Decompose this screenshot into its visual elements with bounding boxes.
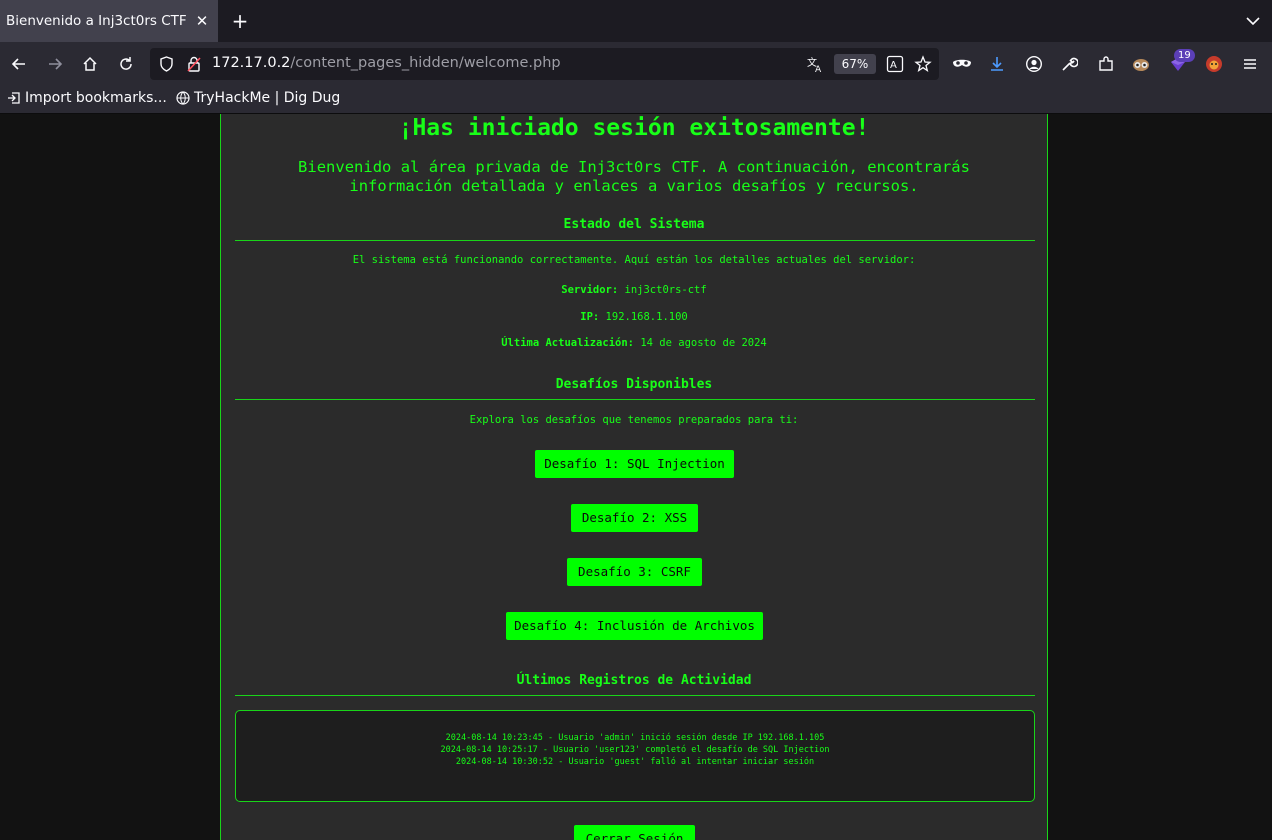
challenges-description: Explora los desafíos que tenemos prepara… <box>469 414 799 426</box>
page-viewport: ¡Has iniciado sesión exitosamente! Bienv… <box>0 114 1272 840</box>
logs-section-title: Últimos Registros de Actividad <box>516 673 752 688</box>
extension-badge-count: 19 <box>1174 49 1195 62</box>
extensions-puzzle-icon[interactable] <box>1095 53 1117 75</box>
bookmark-label: Import bookmarks... <box>25 90 167 106</box>
intro-line: Bienvenido al área privada de Inj3ct0rs … <box>298 158 970 176</box>
bookmark-star-icon[interactable] <box>914 55 932 73</box>
insecure-lock-icon[interactable] <box>186 55 202 73</box>
translate-icon[interactable]: 文 A <box>806 55 824 73</box>
nav-bar: 172.17.0.2/content_pages_hidden/welcome.… <box>0 42 1272 86</box>
server-value: inj3ct0rs-ctf <box>624 284 707 296</box>
bookmarks-toolbar: Import bookmarks... TryHackMe | Dig Dug <box>0 86 1272 114</box>
home-icon[interactable] <box>79 53 101 75</box>
challenge-xss-button[interactable]: Desafío 2: XSS <box>571 504 698 532</box>
log-entry: 2024-08-14 10:25:17 - Usuario 'user123' … <box>440 745 830 755</box>
welcome-container: ¡Has iniciado sesión exitosamente! Bienv… <box>220 114 1048 840</box>
bookmark-tryhackme[interactable]: TryHackMe | Dig Dug <box>176 90 340 106</box>
url-text[interactable]: 172.17.0.2/content_pages_hidden/welcome.… <box>212 55 561 71</box>
section-divider <box>235 240 1035 241</box>
ip-label: IP: <box>580 311 600 323</box>
challenge-sql-injection-button[interactable]: Desafío 1: SQL Injection <box>535 450 734 478</box>
ip-row: IP: 192.168.1.100 <box>221 311 1047 323</box>
address-bar[interactable]: 172.17.0.2/content_pages_hidden/welcome.… <box>150 48 939 80</box>
status-section-title: Estado del Sistema <box>563 217 705 232</box>
challenge-file-inclusion-button[interactable]: Desafío 4: Inclusión de Archivos <box>506 612 763 640</box>
last-update-row: Última Actualización: 14 de agosto de 20… <box>221 337 1047 349</box>
tab-title: Bienvenido a Inj3ct0rs CTF <box>6 13 187 29</box>
zoom-level-badge[interactable]: 67% <box>834 54 876 74</box>
tab-bar: Bienvenido a Inj3ct0rs CTF ✕ + <box>0 0 1272 42</box>
bookmark-import[interactable]: Import bookmarks... <box>7 90 167 106</box>
section-divider <box>235 695 1035 696</box>
account-icon[interactable] <box>1023 53 1045 75</box>
challenge-csrf-button[interactable]: Desafío 3: CSRF <box>567 558 702 586</box>
log-entry: 2024-08-14 10:23:45 - Usuario 'admin' in… <box>445 733 825 743</box>
log-entry: 2024-08-14 10:30:52 - Usuario 'guest' fa… <box>455 757 815 767</box>
hackbar-extension-icon[interactable] <box>1203 53 1225 75</box>
ip-value: 192.168.1.100 <box>605 311 688 323</box>
logout-button[interactable]: Cerrar Sesión <box>574 825 695 840</box>
svg-text:A: A <box>890 60 897 71</box>
shield-icon[interactable] <box>158 55 175 73</box>
chevron-down-icon[interactable] <box>1244 12 1262 30</box>
private-mask-icon[interactable] <box>951 53 973 75</box>
server-label: Servidor: <box>561 284 619 296</box>
url-host: 172.17.0.2 <box>212 55 291 71</box>
activity-log-box: 2024-08-14 10:23:45 - Usuario 'admin' in… <box>235 710 1035 802</box>
page-heading: ¡Has iniciado sesión exitosamente! <box>398 115 870 141</box>
download-icon[interactable] <box>986 53 1008 75</box>
reload-icon[interactable] <box>115 53 137 75</box>
active-tab[interactable]: Bienvenido a Inj3ct0rs CTF ✕ <box>0 0 218 42</box>
server-row: Servidor: inj3ct0rs-ctf <box>221 284 1047 296</box>
owl-extension-icon[interactable] <box>1130 53 1152 75</box>
globe-icon <box>176 91 190 105</box>
back-arrow-icon[interactable] <box>8 53 30 75</box>
intro-line: información detallada y enlaces a varios… <box>349 177 919 195</box>
challenges-section-title: Desafíos Disponibles <box>555 377 713 392</box>
last-update-value: 14 de agosto de 2024 <box>640 337 767 349</box>
new-tab-icon[interactable]: + <box>229 10 251 32</box>
forward-arrow-icon[interactable] <box>44 53 66 75</box>
wrench-icon[interactable] <box>1058 53 1080 75</box>
url-path: /content_pages_hidden/welcome.php <box>290 55 561 71</box>
section-divider <box>235 399 1035 400</box>
close-tab-icon[interactable]: ✕ <box>192 11 212 31</box>
menu-hamburger-icon[interactable] <box>1239 53 1261 75</box>
status-description: El sistema está funcionando correctament… <box>352 254 916 266</box>
import-icon <box>8 92 20 104</box>
last-update-label: Última Actualización: <box>501 337 634 349</box>
page-translate-icon[interactable]: A <box>886 55 904 73</box>
intro-text: Bienvenido al área privada de Inj3ct0rs … <box>261 158 1007 196</box>
bookmark-label: TryHackMe | Dig Dug <box>194 90 341 106</box>
svg-text:A: A <box>815 65 822 73</box>
